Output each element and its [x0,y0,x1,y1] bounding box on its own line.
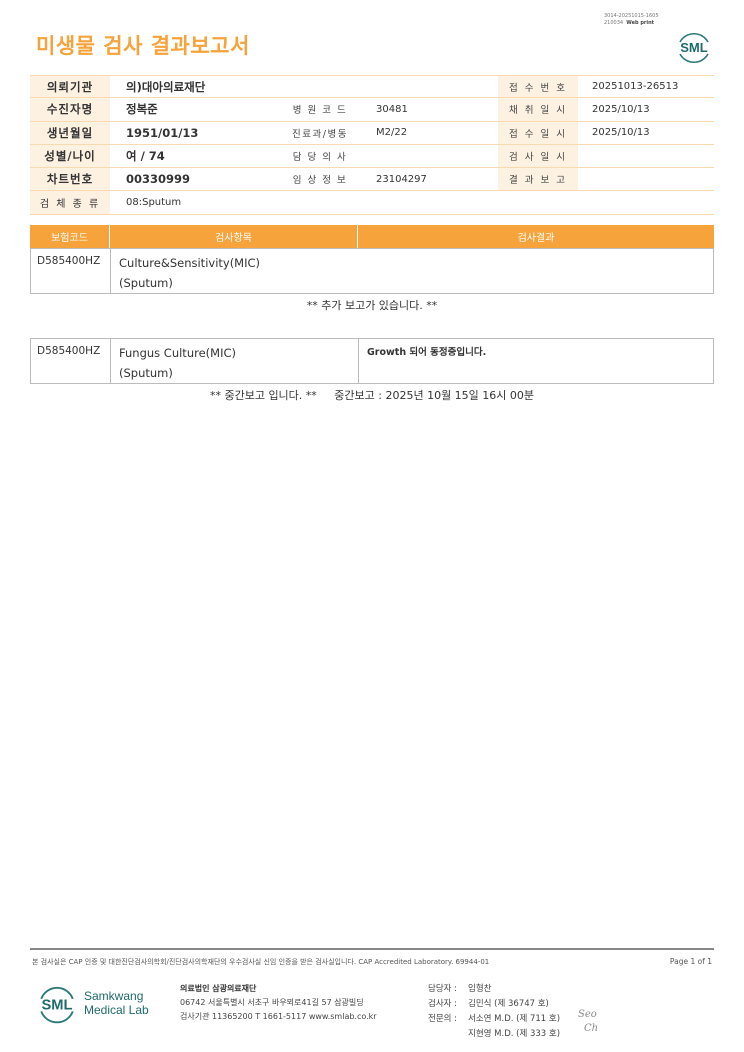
specimen: (Sputum) [119,276,173,290]
test-item: Culture&Sensitivity(MIC) (Sputum) [111,249,359,293]
info-label [498,191,578,213]
info-value: 정복준 [126,102,158,117]
info-label: 담 당 의 사 [292,152,348,164]
info-value [360,76,498,97]
info-value: 23104297 [376,173,427,185]
info-value [360,191,498,213]
info-label: 차트번호 [30,168,110,191]
info-label: 접 수 번 호 [498,76,578,98]
specimen: (Sputum) [119,366,173,380]
info-value: 08:Sputum [126,197,182,209]
footer-logo: SML Samkwang Medical Lab [36,982,149,1024]
info-label: 검 체 종 류 [30,191,110,214]
print-type: Web print [626,20,655,26]
info-row: 수진자명 정복준 병 원 코 드 30481 채 취 일 시 2025/10/13 [30,98,714,122]
info-value: 2025/10/13 [592,103,650,115]
report-title: 미생물 검사 결과보고서 [36,34,250,58]
brand-line1: Samkwang [84,989,144,1003]
print-id2: 210034 [604,20,624,26]
info-row: 차트번호 00330999 임 상 정 보 23104297 결 과 보 고 [30,168,714,192]
staff-row: 전문의 : 서소연 M.D. (제 711 호) [428,1014,561,1024]
info-label: 성별/나이 [30,144,110,168]
results-header: 보험코드 검사항목 검사결과 [30,225,714,248]
staff-row: 지현영 M.D. (제 333 호) [468,1029,561,1039]
staff-row: 검사자 : 김민식 (제 36747 호) [428,999,549,1009]
insurance-code: D585400HZ [31,249,111,293]
org-contact: 검사기관 11365200 T 1661-5117 www.smlab.co.k… [180,1012,377,1021]
sml-logo-icon: SML [679,33,709,63]
test-item: Fungus Culture(MIC) (Sputum) [111,339,359,383]
result-note: ** 추가 보고가 있습니다. ** [306,299,438,312]
staff-list: 담당자 : 임형찬 검사자 : 김민식 (제 36747 호) 전문의 : 서소연 M… [428,982,560,1042]
certification-text: 본 검사실은 CAP 인증 및 대한진단검사의학회/진단검사의학재단의 우수검사… [32,958,490,966]
staff-row: 담당자 : 임형찬 [428,984,492,994]
insurance-code: D585400HZ [31,339,111,383]
page-number: Page 1 of 1 [669,957,712,966]
info-value [578,191,714,213]
info-row: 검 체 종 류 08:Sputum [30,191,714,215]
test-result [359,249,713,293]
result-row: D585400HZ Fungus Culture(MIC) (Sputum) G… [30,338,714,384]
info-value: 00330999 [126,172,191,187]
col-test-result: 검사결과 [517,233,555,244]
footer-divider [30,948,714,950]
print-meta: 3014-20251015-1605 210034 Web print [604,13,659,27]
info-value: 2025/10/13 [592,127,650,139]
info-row: 의뢰기관 의)대아의료재단 접 수 번 호 20251013-26513 [30,75,714,99]
test-result: Growth 되어 동정중입니다. [367,347,487,358]
print-id: 3014-20251015-1605 [604,13,659,19]
col-test-item: 검사항목 [110,225,358,248]
info-label: 채 취 일 시 [498,98,578,121]
info-value: 20251013-26513 [592,81,679,93]
info-value: 30481 [376,103,408,115]
brand-line2: Medical Lab [84,1003,149,1017]
result-note: ** 중간보고 입니다. ** 중간보고 : 2025년 10월 15일 16시… [209,389,535,402]
info-value [578,168,714,190]
info-label: 접 수 일 시 [498,121,578,144]
info-row: 생년월일 1951/01/13 진료과/병동 M2/22 접 수 일 시 2025/10/… [30,121,714,145]
info-label [280,191,360,213]
signature: Seo Ch [578,1009,599,1034]
info-label: 결 과 보 고 [498,168,578,191]
info-label: 진료과/병동 [292,128,348,140]
info-label: 생년월일 [30,121,110,144]
logo-text: SML [680,40,708,55]
result-row: D585400HZ Culture&Sensitivity(MIC) (Sput… [30,248,714,294]
col-insurance-code: 보험코드 [30,225,110,248]
sml-logo-icon: SML [40,986,74,1024]
info-label: 검 사 일 시 [498,144,578,168]
info-label: 병 원 코 드 [292,105,348,117]
info-row: 성별/나이 여 / 74 담 당 의 사 검 사 일 시 [30,144,714,169]
info-value [578,145,714,167]
info-label: 임 상 정 보 [292,175,348,187]
logo-text: SML [41,997,72,1013]
info-label [280,76,360,97]
info-value [360,145,498,167]
patient-info-table: 의뢰기관 의)대아의료재단 접 수 번 호 20251013-26513 수진자명 정복준… [30,75,714,215]
info-value: 1951/01/13 [126,125,199,140]
info-label: 수진자명 [30,98,110,121]
org-address: 06742 서울특별시 서초구 바우뫼로41길 57 삼광빌딩 [180,998,364,1007]
info-label: 의뢰기관 [30,76,110,98]
info-value: 여 / 74 [126,149,165,164]
brand-name: Samkwang Medical Lab [84,989,149,1017]
info-value: M2/22 [376,127,408,139]
organization-info: 의료법인 삼광의료재단 06742 서울특별시 서초구 바우뫼로41길 57 삼… [180,982,377,1024]
org-name: 의료법인 삼광의료재단 [180,984,257,993]
info-value: 의)대아의료재단 [126,79,206,94]
test-name: Fungus Culture(MIC) [119,346,236,360]
test-name: Culture&Sensitivity(MIC) [119,256,261,270]
